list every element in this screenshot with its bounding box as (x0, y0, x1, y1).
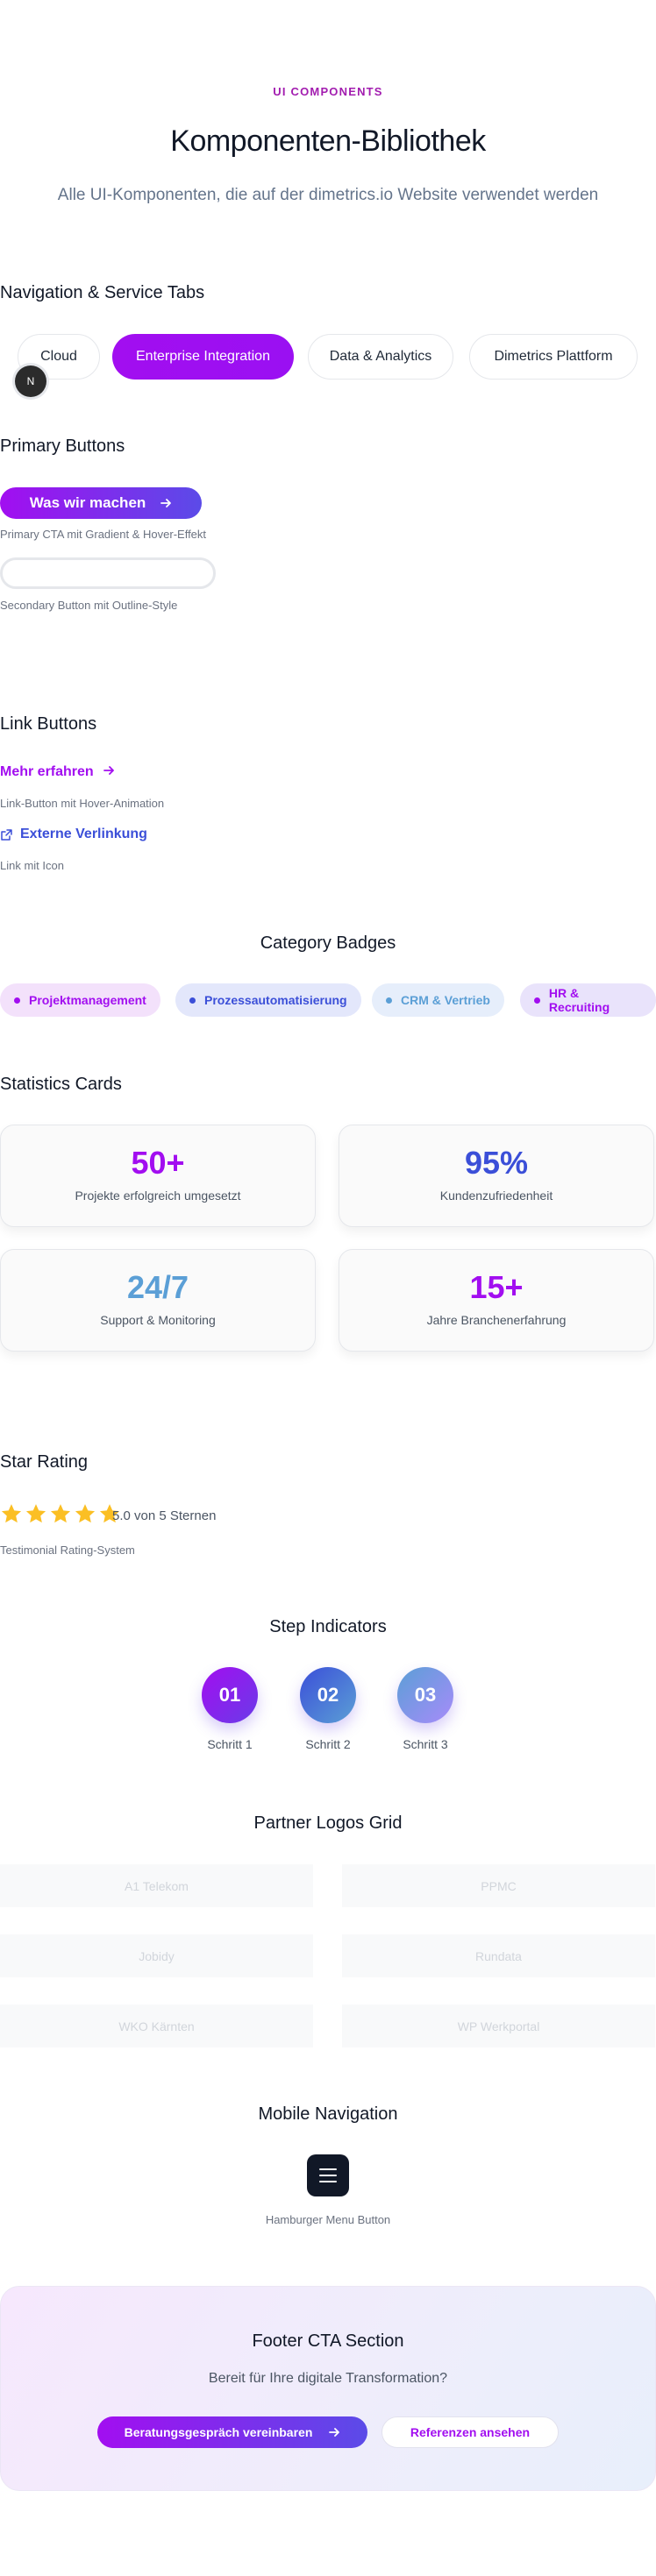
mehr-erfahren-label: Mehr erfahren (0, 764, 94, 779)
external-link-icon (1, 828, 12, 841)
star-rating (0, 1502, 121, 1525)
hamburger-bar (319, 2175, 337, 2176)
externe-verlinkung-link[interactable]: Externe Verlinkung (0, 827, 147, 842)
stat-label: Projekte erfolgreich umgesetzt (75, 1189, 241, 1203)
stat-value: 15+ (469, 1269, 524, 1305)
section-title-navigation: Navigation & Service Tabs (0, 283, 205, 302)
section-title-badges: Category Badges (260, 933, 396, 953)
eyebrow-label: UI COMPONENTS (273, 85, 383, 98)
beratungsgespraech-button[interactable]: Beratungsgespräch vereinbaren (97, 2416, 367, 2448)
primary-cta-caption: Primary CTA mit Gradient & Hover-Effekt (0, 528, 207, 541)
arrow-right-icon (329, 2428, 340, 2437)
primary-cta-button[interactable]: Was wir machen (0, 487, 202, 519)
primary-cta-label: Was wir machen (29, 494, 146, 511)
badge-label: HR & Recruiting (548, 986, 610, 1014)
star-icon (25, 1504, 46, 1523)
step-label: Schritt 2 (305, 1737, 351, 1751)
star-icon (75, 1504, 96, 1523)
page-title: Komponenten-Bibliothek (170, 124, 486, 158)
secondary-button-caption: Secondary Button mit Outline-Style (0, 599, 178, 612)
link1-caption: Link-Button mit Hover-Animation (0, 797, 165, 810)
rating-caption: Testimonial Rating-System (0, 1543, 135, 1557)
badge-projektmanagement: Projektmanagement (0, 983, 160, 1017)
step-label: Schritt 3 (403, 1737, 448, 1751)
hamburger-caption: Hamburger Menu Button (265, 2213, 391, 2226)
link2-caption: Link mit Icon (0, 859, 64, 872)
partner-logo: WP Werkportal (342, 2005, 655, 2047)
arrow-right-icon (103, 766, 115, 775)
section-title-primary-buttons: Primary Buttons (0, 436, 125, 456)
mehr-erfahren-link[interactable]: Mehr erfahren (0, 764, 115, 780)
stat-value: 50+ (131, 1145, 185, 1181)
stat-label: Jahre Branchenerfahrung (426, 1313, 567, 1327)
stat-value: 24/7 (126, 1269, 189, 1305)
secondary-outline-button[interactable] (0, 557, 216, 589)
stat-card: 24/7 Support & Monitoring (0, 1249, 316, 1352)
step-indicator: 03 (397, 1667, 453, 1723)
badge-label: Prozessautomatisierung (204, 993, 347, 1007)
stat-value: 95% (464, 1145, 529, 1181)
star-icon (1, 1504, 22, 1523)
star-icon (50, 1504, 71, 1523)
partner-logo: PPMC (342, 1864, 655, 1907)
partner-logo: WKO Kärnten (0, 2005, 313, 2047)
tab-dimetrics-plattform[interactable]: Dimetrics Plattform (469, 334, 638, 380)
badge-dot (534, 997, 540, 1004)
referenzen-button[interactable]: Referenzen ansehen (381, 2416, 559, 2448)
rating-text: 5.0 von 5 Sternen (112, 1508, 217, 1523)
badge-crm-vertrieb: CRM & Vertrieb (372, 983, 504, 1017)
arrow-right-icon (160, 499, 172, 507)
section-title-steps: Step Indicators (269, 1617, 387, 1636)
partner-logo: A1 Telekom (0, 1864, 313, 1907)
section-title-mobile-nav: Mobile Navigation (258, 2104, 398, 2124)
badge-dot (189, 997, 196, 1004)
step-label: Schritt 1 (207, 1737, 253, 1751)
badge-dot (14, 997, 20, 1004)
badge-prozessautomatisierung: Prozessautomatisierung (175, 983, 361, 1017)
tab-data-analytics[interactable]: Data & Analytics (308, 334, 453, 380)
partner-logo: Jobidy (0, 1934, 313, 1977)
stat-card: 15+ Jahre Branchenerfahrung (339, 1249, 654, 1352)
stat-label: Support & Monitoring (100, 1313, 216, 1327)
hamburger-menu-button[interactable] (307, 2154, 349, 2196)
hamburger-bar (319, 2181, 337, 2182)
stat-card: 95% Kundenzufriedenheit (339, 1125, 654, 1227)
badge-dot (386, 997, 392, 1004)
step-indicator: 02 (300, 1667, 356, 1723)
footer-cta-title: Footer CTA Section (252, 2331, 404, 2351)
n-avatar-badge[interactable]: N (15, 365, 46, 397)
page-subtitle: Alle UI-Komponenten, die auf der dimetri… (57, 186, 599, 204)
beratungsgespraech-label: Beratungsgespräch vereinbaren (124, 2425, 313, 2439)
section-title-statistics: Statistics Cards (0, 1075, 122, 1094)
hamburger-bar (319, 2168, 337, 2170)
footer-cta-subtitle: Bereit für Ihre digitale Transformation? (208, 2371, 448, 2386)
tab-enterprise-integration[interactable]: Enterprise Integration (112, 334, 294, 380)
badge-label: Projektmanagement (29, 993, 146, 1007)
stat-card: 50+ Projekte erfolgreich umgesetzt (0, 1125, 316, 1227)
step-indicator: 01 (202, 1667, 258, 1723)
stat-label: Kundenzufriedenheit (439, 1189, 553, 1203)
badge-label: CRM & Vertrieb (401, 993, 490, 1007)
footer-cta-section (0, 2286, 656, 2491)
section-title-star-rating: Star Rating (0, 1452, 89, 1472)
partner-logo: Rundata (342, 1934, 655, 1977)
badge-hr-recruiting: HR & Recruiting (520, 983, 656, 1017)
section-title-link-buttons: Link Buttons (0, 714, 97, 734)
externe-verlinkung-label: Externe Verlinkung (20, 827, 147, 841)
section-title-partners: Partner Logos Grid (253, 1813, 403, 1833)
